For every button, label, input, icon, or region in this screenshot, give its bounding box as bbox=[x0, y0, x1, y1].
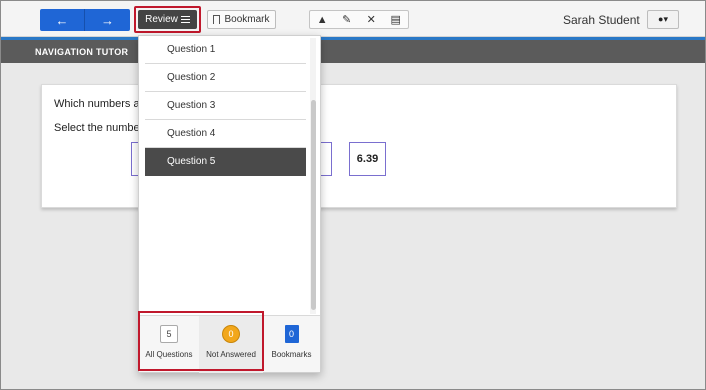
left-arrow-icon: ← bbox=[55, 12, 69, 28]
question-list-item[interactable]: Question 3 bbox=[145, 92, 306, 120]
tools-group: ▲ ✎ ✕ ▤ bbox=[309, 10, 409, 29]
test-title: NAVIGATION TUTOR bbox=[35, 47, 129, 57]
top-toolbar: ← → Review Bookmark ▲ ✎ ✕ ▤ Sarah Studen… bbox=[1, 1, 705, 37]
review-button[interactable]: Review bbox=[138, 10, 197, 29]
question-label: Question 5 bbox=[167, 156, 216, 167]
question-prompt: Which numbers a bbox=[54, 98, 140, 110]
notepad-icon[interactable]: ▤ bbox=[386, 13, 406, 26]
answer-option[interactable] bbox=[320, 142, 332, 176]
test-window: ← → Review Bookmark ▲ ✎ ✕ ▤ Sarah Studen… bbox=[0, 0, 706, 390]
question-label: Question 4 bbox=[167, 128, 216, 139]
user-menu-button[interactable]: ●▾ bbox=[647, 10, 679, 29]
pointer-icon[interactable]: ▲ bbox=[312, 14, 332, 26]
right-arrow-icon: → bbox=[101, 12, 114, 28]
list-icon bbox=[180, 16, 190, 23]
question-label: Question 1 bbox=[167, 44, 216, 55]
bookmark-icon bbox=[213, 15, 221, 24]
bookmarks-label: Bookmarks bbox=[271, 350, 312, 359]
bookmark-count-icon: 0 bbox=[284, 325, 299, 343]
bookmark-button[interactable]: Bookmark bbox=[207, 10, 276, 29]
highlighter-icon[interactable]: ✎ bbox=[337, 13, 357, 26]
user-name: Sarah Student bbox=[563, 13, 640, 27]
review-button-label: Review bbox=[145, 14, 178, 25]
bookmark-button-label: Bookmark bbox=[224, 14, 270, 25]
question-list-item[interactable]: Question 1 bbox=[145, 36, 306, 64]
question-list-item-active[interactable]: Question 5 bbox=[145, 148, 306, 176]
test-header-bar: NAVIGATION TUTOR bbox=[1, 37, 705, 63]
question-list-item[interactable]: Question 4 bbox=[145, 120, 306, 148]
question-list: Question 1 Question 2 Question 3 Questio… bbox=[145, 36, 306, 176]
back-button[interactable]: ← bbox=[40, 9, 85, 31]
answer-option[interactable]: 6.39 bbox=[349, 142, 386, 176]
bookmarks-filter[interactable]: 0 Bookmarks bbox=[263, 316, 320, 373]
user-icon: ●▾ bbox=[658, 14, 668, 24]
strikethrough-icon[interactable]: ✕ bbox=[361, 13, 381, 26]
question-card: Which numbers a Select the numbe 6.39 bbox=[41, 84, 677, 208]
question-label: Question 2 bbox=[167, 72, 216, 83]
question-label: Question 3 bbox=[167, 100, 216, 111]
navigation-buttons: ← → bbox=[40, 9, 130, 31]
scrollbar-thumb[interactable] bbox=[311, 100, 316, 310]
question-list-item[interactable]: Question 2 bbox=[145, 64, 306, 92]
filter-highlight-outline bbox=[138, 311, 264, 371]
next-button[interactable]: → bbox=[85, 9, 130, 31]
answer-option-value: 6.39 bbox=[356, 153, 379, 165]
question-instruction: Select the numbe bbox=[54, 122, 140, 134]
